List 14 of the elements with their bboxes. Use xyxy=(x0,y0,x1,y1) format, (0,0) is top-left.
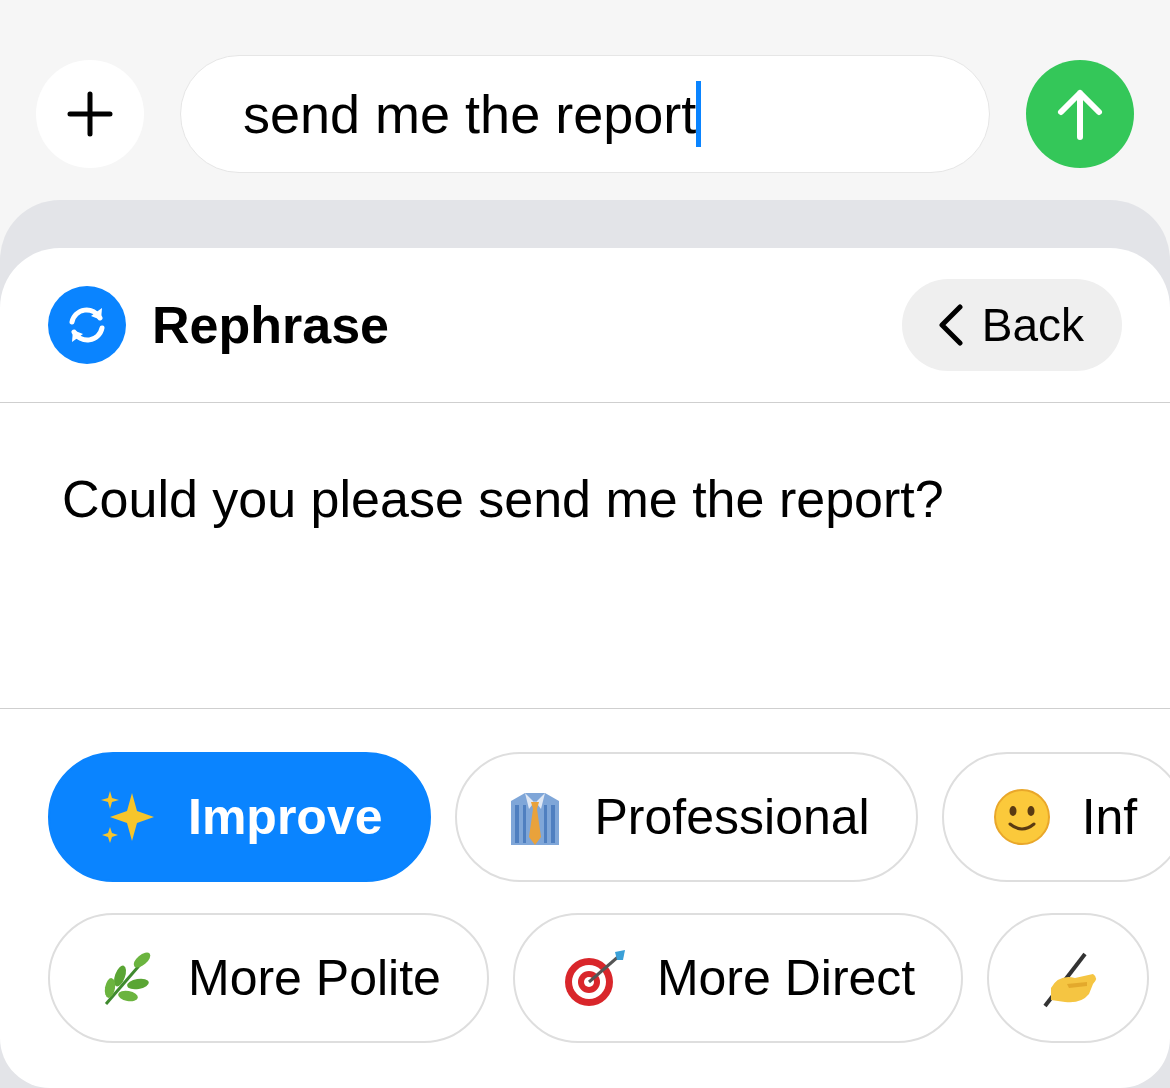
rephrased-text: Could you please send me the report? xyxy=(62,469,945,529)
plus-icon xyxy=(66,90,114,138)
smiley-icon xyxy=(991,787,1052,847)
back-button[interactable]: Back xyxy=(901,279,1122,371)
rephrase-icon xyxy=(48,286,126,364)
panel-title: Rephrase xyxy=(152,295,390,355)
tone-chip[interactable]: More Direct xyxy=(512,913,964,1043)
tone-chip[interactable]: Inf xyxy=(941,752,1170,882)
target-icon xyxy=(562,948,627,1008)
chevron-left-icon xyxy=(937,304,964,346)
message-field[interactable]: send me the report xyxy=(180,55,990,173)
tone-chip[interactable]: Professional xyxy=(454,752,918,882)
tone-chip[interactable]: More Polite xyxy=(48,913,489,1043)
tone-chip[interactable]: Improve xyxy=(48,752,431,882)
